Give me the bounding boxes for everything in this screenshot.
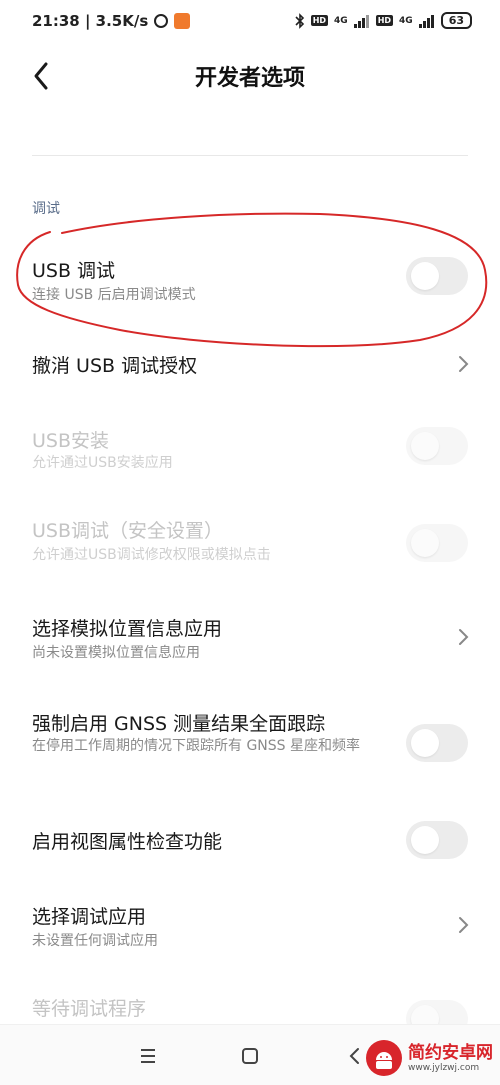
usb-debugging-security-toggle[interactable] bbox=[406, 524, 468, 562]
setting-title: 启用视图属性检查功能 bbox=[32, 831, 223, 853]
watermark-text-block: 简约安卓网 www.jylzwj.com bbox=[408, 1043, 493, 1073]
hd-badge-2: HD bbox=[375, 15, 394, 26]
chevron-right-icon bbox=[459, 629, 469, 645]
chevron-right-icon bbox=[459, 917, 469, 933]
setting-subtitle: 尚未设置模拟位置信息应用 bbox=[32, 645, 200, 661]
status-right: HD 4G HD 4G 63 bbox=[295, 12, 472, 29]
status-left: 21:38 | 3.5K/s bbox=[32, 12, 191, 30]
toggle-knob bbox=[411, 729, 439, 757]
setting-subtitle: 在停用工作周期的情况下跟踪所有 GNSS 星座和频率 bbox=[32, 738, 360, 754]
usb-install-toggle[interactable] bbox=[406, 427, 468, 465]
setting-subtitle: 连接 USB 后启用调试模式 bbox=[32, 287, 196, 303]
setting-subtitle: 允许通过USB安装应用 bbox=[32, 455, 173, 471]
chevron-right-icon bbox=[459, 356, 469, 372]
setting-view-attribute-inspection[interactable]: 启用视图属性检查功能 bbox=[0, 815, 500, 871]
battery-indicator: 63 bbox=[440, 12, 472, 29]
toggle-knob bbox=[411, 262, 439, 290]
menu-nav-button[interactable] bbox=[133, 1041, 163, 1071]
setting-revoke-usb-auth[interactable]: 撤消 USB 调试授权 bbox=[0, 335, 500, 391]
setting-select-debug-app[interactable]: 选择调试应用 未设置任何调试应用 bbox=[0, 890, 500, 962]
signal-icon-1 bbox=[353, 14, 369, 28]
toggle-knob bbox=[411, 529, 439, 557]
time-speed: 21:38 | 3.5K/s bbox=[32, 12, 149, 30]
setting-mock-location-app[interactable]: 选择模拟位置信息应用 尚未设置模拟位置信息应用 bbox=[0, 600, 500, 680]
header: 开发者选项 bbox=[0, 50, 500, 100]
view-attribute-toggle[interactable] bbox=[406, 821, 468, 859]
bluetooth-icon bbox=[295, 12, 304, 29]
setting-usb-debugging[interactable]: USB 调试 连接 USB 后启用调试模式 bbox=[0, 240, 500, 320]
network-type-2: 4G bbox=[399, 15, 413, 26]
watermark: 简约安卓网 www.jylzwj.com bbox=[366, 1040, 493, 1076]
toggle-knob bbox=[411, 826, 439, 854]
usb-debugging-toggle[interactable] bbox=[406, 257, 468, 295]
app-notification-icon bbox=[174, 13, 191, 29]
setting-subtitle: 未设置任何调试应用 bbox=[32, 933, 158, 949]
hd-badge-1: HD bbox=[310, 15, 329, 26]
setting-title: 选择模拟位置信息应用 bbox=[32, 618, 223, 640]
home-nav-button[interactable] bbox=[235, 1041, 265, 1071]
android-logo-icon bbox=[366, 1040, 402, 1076]
page-title: 开发者选项 bbox=[194, 66, 305, 91]
setting-usb-install[interactable]: USB安装 允许通过USB安装应用 bbox=[0, 410, 500, 480]
gnss-tracking-toggle[interactable] bbox=[406, 724, 468, 762]
home-icon bbox=[242, 1048, 258, 1064]
setting-title: 强制启用 GNSS 测量结果全面跟踪 bbox=[32, 713, 326, 735]
toggle-knob bbox=[411, 432, 439, 460]
section-label: 调试 bbox=[32, 201, 60, 217]
setting-title: 等待调试程序 bbox=[32, 998, 147, 1020]
globe-icon bbox=[154, 14, 169, 28]
divider bbox=[32, 155, 468, 156]
setting-wait-for-debugger[interactable]: 等待调试程序 bbox=[0, 982, 500, 1038]
setting-subtitle: 允许通过USB调试修改权限或模拟点击 bbox=[32, 547, 271, 563]
menu-icon bbox=[141, 1049, 155, 1063]
status-bar: 21:38 | 3.5K/s HD 4G HD 4G 63 bbox=[0, 0, 500, 46]
setting-title: USB 调试 bbox=[32, 260, 116, 282]
signal-icon-2 bbox=[418, 14, 434, 28]
setting-title: 撤消 USB 调试授权 bbox=[32, 355, 198, 377]
setting-title: 选择调试应用 bbox=[32, 906, 147, 928]
watermark-url: www.jylzwj.com bbox=[408, 1063, 480, 1073]
setting-usb-debugging-security[interactable]: USB调试（安全设置） 允许通过USB调试修改权限或模拟点击 bbox=[0, 502, 500, 582]
setting-title: USB安装 bbox=[32, 430, 110, 452]
network-type-1: 4G bbox=[334, 15, 348, 26]
watermark-brand: 简约安卓网 bbox=[408, 1043, 493, 1063]
setting-title: USB调试（安全设置） bbox=[32, 520, 224, 542]
setting-gnss-tracking[interactable]: 强制启用 GNSS 测量结果全面跟踪 在停用工作周期的情况下跟踪所有 GNSS … bbox=[0, 695, 500, 795]
